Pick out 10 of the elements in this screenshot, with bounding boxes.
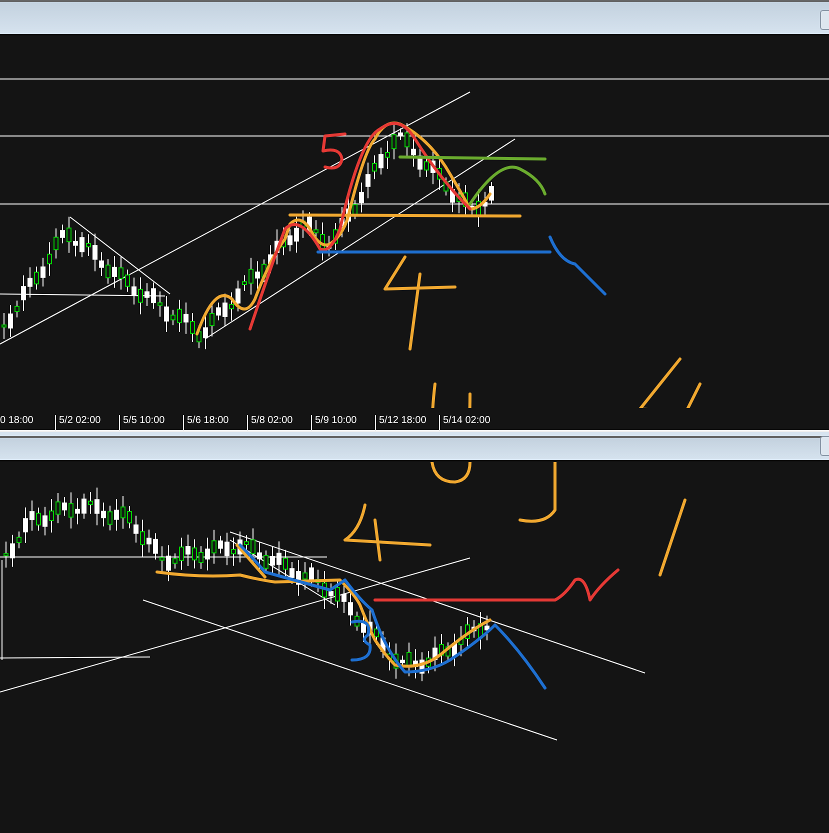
time-axis-label: 5/6 18:00 bbox=[183, 415, 247, 430]
time-axis-label: 5/5 10:00 bbox=[119, 415, 183, 430]
time-axis-label: 5/9 10:00 bbox=[311, 415, 375, 430]
time-axis-label: 5/2 02:00 bbox=[55, 415, 119, 430]
time-axis-label: 0 18:00 bbox=[0, 415, 34, 428]
window-button[interactable] bbox=[820, 10, 829, 30]
time-axis-label: 5/14 02:00 bbox=[439, 415, 503, 430]
window-button[interactable] bbox=[820, 436, 829, 456]
time-axis-label: 5/12 18:00 bbox=[375, 415, 439, 430]
time-axis-label: 5/8 02:00 bbox=[247, 415, 311, 430]
